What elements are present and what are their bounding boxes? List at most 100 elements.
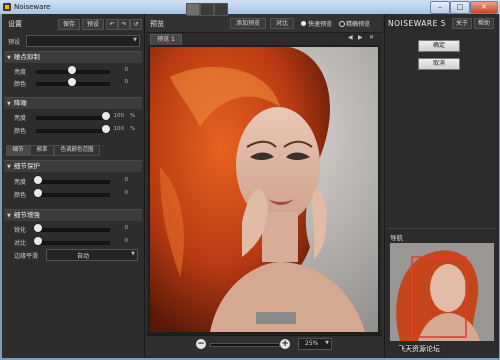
slider-track[interactable]: [36, 241, 110, 245]
zoom-slider-track[interactable]: [210, 343, 280, 347]
slider-row[interactable]: 颜色 0: [6, 189, 140, 199]
watermark-text: 飞天资源论坛: [398, 345, 440, 353]
compare-button[interactable]: 对比: [270, 18, 294, 29]
edge-smoothing-select[interactable]: 自动 ▼: [46, 249, 138, 261]
slider-label: 颜色: [14, 81, 27, 88]
tab-detail[interactable]: 细节: [6, 145, 30, 156]
ok-button[interactable]: 确定: [418, 40, 460, 52]
slider-knob[interactable]: [68, 78, 76, 86]
product-logo: NOISEWARE 5: [388, 19, 446, 28]
help-button[interactable]: 帮助: [474, 18, 494, 29]
slider-label: 颜色: [14, 128, 27, 135]
section-detail-protection[interactable]: ▼ 细节保护: [4, 160, 142, 172]
collapse-icon: ▼: [7, 55, 11, 61]
section-title: 细节增强: [13, 211, 40, 219]
accurate-preview-label: 精确预览: [346, 21, 371, 28]
zoom-out-icon[interactable]: −: [196, 339, 206, 349]
slider-track[interactable]: [36, 180, 110, 184]
close-tab-icon[interactable]: ✕: [369, 34, 374, 41]
preview-photo[interactable]: [150, 47, 378, 332]
slider-knob[interactable]: [102, 112, 110, 120]
app-logo-icon: [3, 3, 11, 11]
single-view-icon[interactable]: [186, 3, 200, 16]
collapse-icon: ▼: [7, 213, 11, 219]
slider-row[interactable]: 亮度 100 %: [6, 112, 140, 122]
preset-label: 预设: [8, 39, 21, 46]
slider-track[interactable]: [36, 116, 110, 120]
divider: [388, 228, 496, 229]
slider-knob[interactable]: [34, 176, 42, 184]
section-noise-reduction[interactable]: ▼ 降噪: [4, 97, 142, 109]
accurate-preview-radio[interactable]: [339, 21, 345, 27]
prev-tab-icon[interactable]: ◀: [348, 34, 353, 41]
undo-icon[interactable]: ↶: [106, 19, 118, 30]
add-preview-button[interactable]: 添加预览: [230, 18, 266, 29]
cancel-button[interactable]: 取消: [418, 58, 460, 70]
settings-header: 设置: [8, 20, 22, 28]
navigator-thumbnail[interactable]: [390, 243, 494, 341]
collapse-icon: ▼: [7, 164, 11, 170]
slider-row[interactable]: 颜色 0: [6, 78, 140, 88]
minimize-button[interactable]: –: [430, 1, 450, 14]
slider-label: 锐化: [14, 227, 27, 234]
title-bar[interactable]: Noiseware – □ ✕: [0, 0, 500, 14]
tab-frequency[interactable]: 频率: [30, 145, 54, 156]
delete-preset-button[interactable]: 预设: [82, 19, 104, 30]
zoom-value: 25%: [305, 340, 319, 347]
chevron-down-icon: ▼: [131, 251, 135, 257]
save-preset-button[interactable]: 保存: [58, 19, 80, 30]
slider-knob[interactable]: [102, 125, 110, 133]
chevron-down-icon: ▼: [325, 340, 329, 346]
edge-smoothing-label: 边缘平滑: [14, 253, 39, 260]
fast-preview-radio[interactable]: [301, 21, 306, 26]
slider-row[interactable]: 锐化 0: [6, 224, 140, 234]
close-button[interactable]: ✕: [470, 1, 498, 14]
slider-knob[interactable]: [34, 224, 42, 232]
slider-row[interactable]: 对比 0: [6, 237, 140, 247]
slider-label: 亮度: [14, 115, 27, 122]
slider-knob[interactable]: [68, 66, 76, 74]
redo-icon[interactable]: ↷: [118, 19, 130, 30]
slider-value: 0: [124, 177, 129, 183]
reset-icon[interactable]: ↺: [130, 19, 142, 30]
section-detail-enhancement[interactable]: ▼ 细节增强: [4, 209, 142, 221]
portrait-image: [150, 47, 378, 332]
zoom-select[interactable]: 25% ▼: [298, 338, 332, 350]
tab-tone-color-range[interactable]: 色调颜色范围: [54, 145, 100, 156]
slider-value: 100: [113, 113, 125, 119]
maximize-button[interactable]: □: [450, 1, 470, 14]
slider-track[interactable]: [36, 228, 110, 232]
window-title: Noiseware: [14, 3, 51, 11]
split-vertical-icon[interactable]: [214, 3, 228, 16]
next-tab-icon[interactable]: ▶: [358, 34, 363, 41]
slider-value: 0: [124, 225, 129, 231]
slider-knob[interactable]: [34, 189, 42, 197]
preview-header: 预览: [150, 20, 164, 28]
split-horizontal-icon[interactable]: [200, 3, 214, 16]
navigator-label: 导航: [390, 234, 403, 242]
chevron-down-icon: ▼: [133, 37, 137, 43]
slider-label: 亮度: [14, 69, 27, 76]
slider-row[interactable]: 亮度 0: [6, 176, 140, 186]
slider-knob[interactable]: [34, 237, 42, 245]
slider-value: 100: [113, 126, 125, 132]
zoom-in-icon[interactable]: +: [280, 339, 290, 349]
slider-label: 对比: [14, 240, 27, 247]
preset-select[interactable]: ▼: [26, 35, 140, 47]
slider-row[interactable]: 颜色 100 %: [6, 125, 140, 135]
slider-unit: %: [130, 113, 136, 119]
slider-value: 0: [124, 79, 129, 85]
navigator-image: [390, 243, 494, 341]
about-button[interactable]: 关于: [452, 18, 472, 29]
collapse-icon: ▼: [7, 101, 11, 107]
slider-label: 颜色: [14, 192, 27, 199]
slider-value: 0: [124, 238, 129, 244]
slider-track[interactable]: [36, 193, 110, 197]
section-noise-suppression[interactable]: ▼ 噪点抑制: [4, 51, 142, 63]
fast-preview-label: 快速预览: [308, 21, 333, 28]
slider-track[interactable]: [36, 129, 110, 133]
edge-smoothing-value: 自动: [77, 253, 90, 260]
slider-unit: %: [130, 126, 136, 132]
slider-value: 0: [124, 190, 129, 196]
slider-row[interactable]: 亮度 0: [6, 66, 140, 76]
